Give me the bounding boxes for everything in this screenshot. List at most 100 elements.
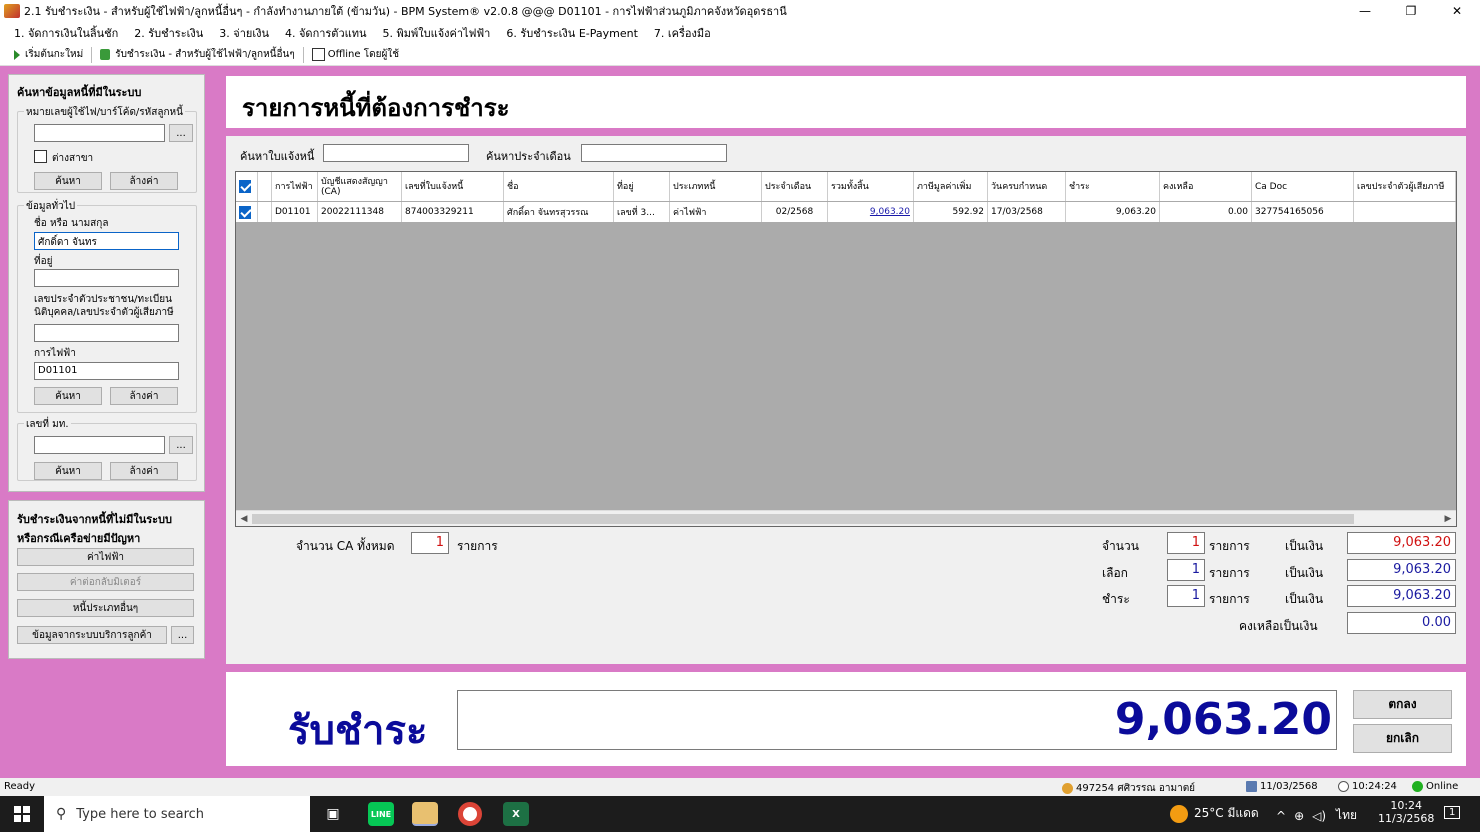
start-button[interactable] (0, 796, 44, 832)
customer-lookup-button[interactable]: ... (169, 124, 193, 142)
payment-amount: 9,063.20 (457, 690, 1337, 750)
col-header[interactable]: ที่อยู่ (614, 172, 670, 201)
restore-button[interactable]: ❐ (1388, 0, 1434, 22)
clear-button[interactable]: ล้างค่า (110, 462, 178, 480)
cell-tax-id (1354, 202, 1456, 222)
col-header[interactable]: รวมทั้งสิ้น (828, 172, 914, 201)
taskbar-search[interactable]: ⚲ Type here to search (44, 796, 310, 832)
notification-button[interactable]: 1 (1444, 806, 1461, 819)
horizontal-scrollbar[interactable]: ◀ ▶ (236, 510, 1456, 526)
cell-vat: 592.92 (914, 202, 988, 222)
user-icon (1062, 783, 1073, 794)
excel-icon[interactable]: X (503, 802, 529, 826)
weather-widget[interactable]: 25°C มีแดด (1170, 804, 1259, 823)
tray-icons[interactable]: ^ ⊕ ◁) ไทย (1276, 806, 1357, 825)
volume-icon[interactable]: ◁) (1312, 809, 1326, 823)
remaining-label: คงเหลือเป็นเงิน (1239, 619, 1318, 633)
address-label: ที่อยู่ (34, 256, 53, 267)
address-input[interactable] (34, 269, 179, 287)
items-label: รายการ (1209, 592, 1250, 606)
menu-agents[interactable]: 4. จัดการตัวแทน (277, 24, 375, 42)
col-header[interactable]: Ca Doc (1252, 172, 1354, 201)
col-header[interactable]: ภาษีมูลค่าเพิ่ม (914, 172, 988, 201)
search-icon: ⚲ (56, 806, 67, 822)
ok-button[interactable]: ตกลง (1353, 690, 1452, 719)
diff-branch-checkbox[interactable] (34, 150, 47, 163)
menu-tools[interactable]: 7. เครื่องมือ (646, 24, 719, 42)
menu-e-payment[interactable]: 6. รับชำระเงิน E-Payment (498, 24, 646, 42)
col-header[interactable]: ชำระ (1066, 172, 1160, 201)
col-header[interactable]: คงเหลือ (1160, 172, 1252, 201)
cancel-button[interactable]: ยกเลิก (1353, 724, 1452, 753)
cell-month: 02/2568 (762, 202, 828, 222)
col-header[interactable]: เลขประจำตัวผู้เสียภาษี (1354, 172, 1456, 201)
offline-payment-subtitle: หรือกรณีเครือข่ายมีปัญหา (17, 532, 141, 545)
other-debt-button[interactable]: หนี้ประเภทอื่นๆ (17, 599, 194, 617)
row-indicator (258, 202, 272, 222)
line-app-icon[interactable]: LINE (368, 802, 394, 826)
menu-cash-drawer[interactable]: 1. จัดการเงินในลิ้นชัก (6, 24, 126, 42)
col-header[interactable]: ประเภทหนี้ (670, 172, 762, 201)
col-header[interactable]: การไฟฟ้า (272, 172, 318, 201)
status-ready: Ready (4, 781, 36, 792)
reconnect-meter-button[interactable]: ค่าต่อกลับมิเตอร์ (17, 573, 194, 591)
cell-total-link[interactable]: 9,063.20 (828, 202, 914, 222)
menu-pay-out[interactable]: 3. จ่ายเงิน (211, 24, 277, 42)
col-header[interactable]: ชื่อ (504, 172, 614, 201)
bpm-app-icon[interactable] (412, 802, 438, 826)
clear-button[interactable]: ล้างค่า (110, 172, 178, 190)
electricity-button[interactable]: ค่าไฟฟ้า (17, 548, 194, 566)
minimize-button[interactable]: — (1342, 0, 1388, 22)
header-panel: รายการหนี้ที่ต้องการชำระ (226, 76, 1466, 128)
col-header[interactable]: เลขที่ใบแจ้งหนี้ (402, 172, 504, 201)
chrome-icon[interactable] (458, 802, 482, 826)
id-input[interactable] (34, 324, 179, 342)
offline-checkbox[interactable]: Offline โดยผู้ใช้ (306, 47, 405, 62)
pay-value: 1 (1167, 585, 1205, 607)
clear-button[interactable]: ล้างค่า (110, 387, 178, 405)
bill-search-input[interactable] (323, 144, 469, 162)
customer-number-group: หมายเลขผู้ใช้ไฟ/บาร์โค้ด/รหัสลูกหนี้ ...… (17, 105, 197, 193)
language-indicator[interactable]: ไทย (1336, 806, 1357, 825)
notification-icon: 1 (1444, 806, 1461, 819)
status-time: 10:24:24 (1338, 781, 1397, 792)
customer-service-button[interactable]: ข้อมูลจากระบบบริการลูกค้า (17, 626, 167, 644)
row-checkbox[interactable] (239, 205, 251, 219)
search-button[interactable]: ค้นหา (34, 172, 102, 190)
name-input[interactable]: ศักดิ์ดา จันทร (34, 232, 179, 250)
select-label: เลือก (1102, 566, 1128, 580)
count-amount: 9,063.20 (1347, 532, 1456, 554)
start-new-shift-button[interactable]: เริ่มต้นกะใหม่ (8, 47, 89, 62)
cell-remaining: 0.00 (1160, 202, 1252, 222)
scroll-right-icon[interactable]: ▶ (1440, 511, 1456, 527)
scroll-thumb[interactable] (252, 514, 1354, 524)
table-row[interactable]: D01101 20022111348 874003329211 ศักดิ์ดา… (236, 202, 1456, 222)
chevron-up-icon[interactable]: ^ (1276, 809, 1286, 823)
customer-number-input[interactable] (34, 124, 165, 142)
search-button[interactable]: ค้นหา (34, 387, 102, 405)
menu-print-bill[interactable]: 5. พิมพ์ใบแจ้งค่าไฟฟ้า (375, 24, 499, 42)
receive-payment-button[interactable]: รับชำระเงิน - สำหรับผู้ใช้ไฟฟ้า/ลูกหนี้อ… (94, 47, 301, 62)
pea-input[interactable]: D01101 (34, 362, 179, 380)
menu-receive-payment[interactable]: 2. รับชำระเงิน (126, 24, 211, 42)
scroll-left-icon[interactable]: ◀ (236, 511, 252, 527)
remaining-amount: 0.00 (1347, 612, 1456, 634)
moi-number-input[interactable] (34, 436, 165, 454)
network-icon[interactable]: ⊕ (1294, 809, 1304, 823)
select-amount: 9,063.20 (1347, 559, 1456, 581)
col-header[interactable]: วันครบกำหนด (988, 172, 1066, 201)
close-button[interactable]: ✕ (1434, 0, 1480, 22)
month-search-input[interactable] (581, 144, 727, 162)
status-date: 11/03/2568 (1246, 781, 1318, 792)
checkbox-icon (311, 48, 325, 61)
moi-lookup-button[interactable]: ... (169, 436, 193, 454)
select-all-checkbox[interactable] (239, 180, 251, 193)
customer-service-lookup-button[interactable]: ... (171, 626, 194, 644)
col-header[interactable]: ประจำเดือน (762, 172, 828, 201)
menu-bar: 1. จัดการเงินในลิ้นชัก 2. รับชำระเงิน 3.… (0, 22, 1480, 44)
clock[interactable]: 10:24 11/3/2568 (1378, 799, 1434, 825)
search-button[interactable]: ค้นหา (34, 462, 102, 480)
moi-number-group: เลขที่ มท. ... ค้นหา ล้างค่า (17, 417, 197, 481)
task-view-icon[interactable]: ▣ (320, 802, 346, 826)
col-header[interactable]: บัญชีแสดงสัญญา (CA) (318, 172, 402, 201)
